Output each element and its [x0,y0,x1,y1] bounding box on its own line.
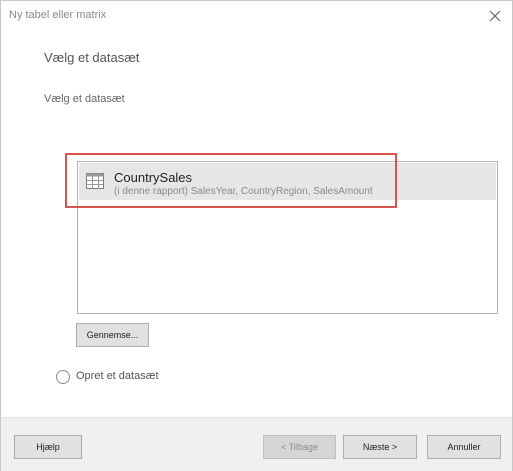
dataset-description: (i denne rapport) SalesYear, CountryRegi… [114,186,373,197]
create-dataset-label: Opret et datasæt [76,370,159,382]
create-dataset-radio[interactable] [56,370,70,384]
page-subheading: Vælg et datasæt [44,93,125,105]
close-button[interactable] [486,7,504,25]
cancel-button[interactable]: Annuller [427,435,501,459]
dataset-name: CountrySales [114,170,193,185]
back-button[interactable]: < Tilbage [263,435,336,459]
title-bar: Ny tabel eller matrix [1,1,512,31]
browse-button[interactable]: Gennemse... [76,323,149,347]
dialog-footer: Hjælp < Tilbage Næste > Annuller [1,417,512,471]
close-icon [489,10,501,22]
dialog-window: Ny tabel eller matrix Vælg et datasæt Væ… [0,0,513,471]
table-icon [86,173,104,189]
dataset-list[interactable]: CountrySales (i denne rapport) SalesYear… [77,161,498,314]
next-button[interactable]: Næste > [343,435,417,459]
list-item-countrysales[interactable]: CountrySales (i denne rapport) SalesYear… [79,163,496,200]
help-button[interactable]: Hjælp [14,435,82,459]
dialog-title: Ny tabel eller matrix [9,9,107,21]
page-heading: Vælg et datasæt [44,50,140,65]
